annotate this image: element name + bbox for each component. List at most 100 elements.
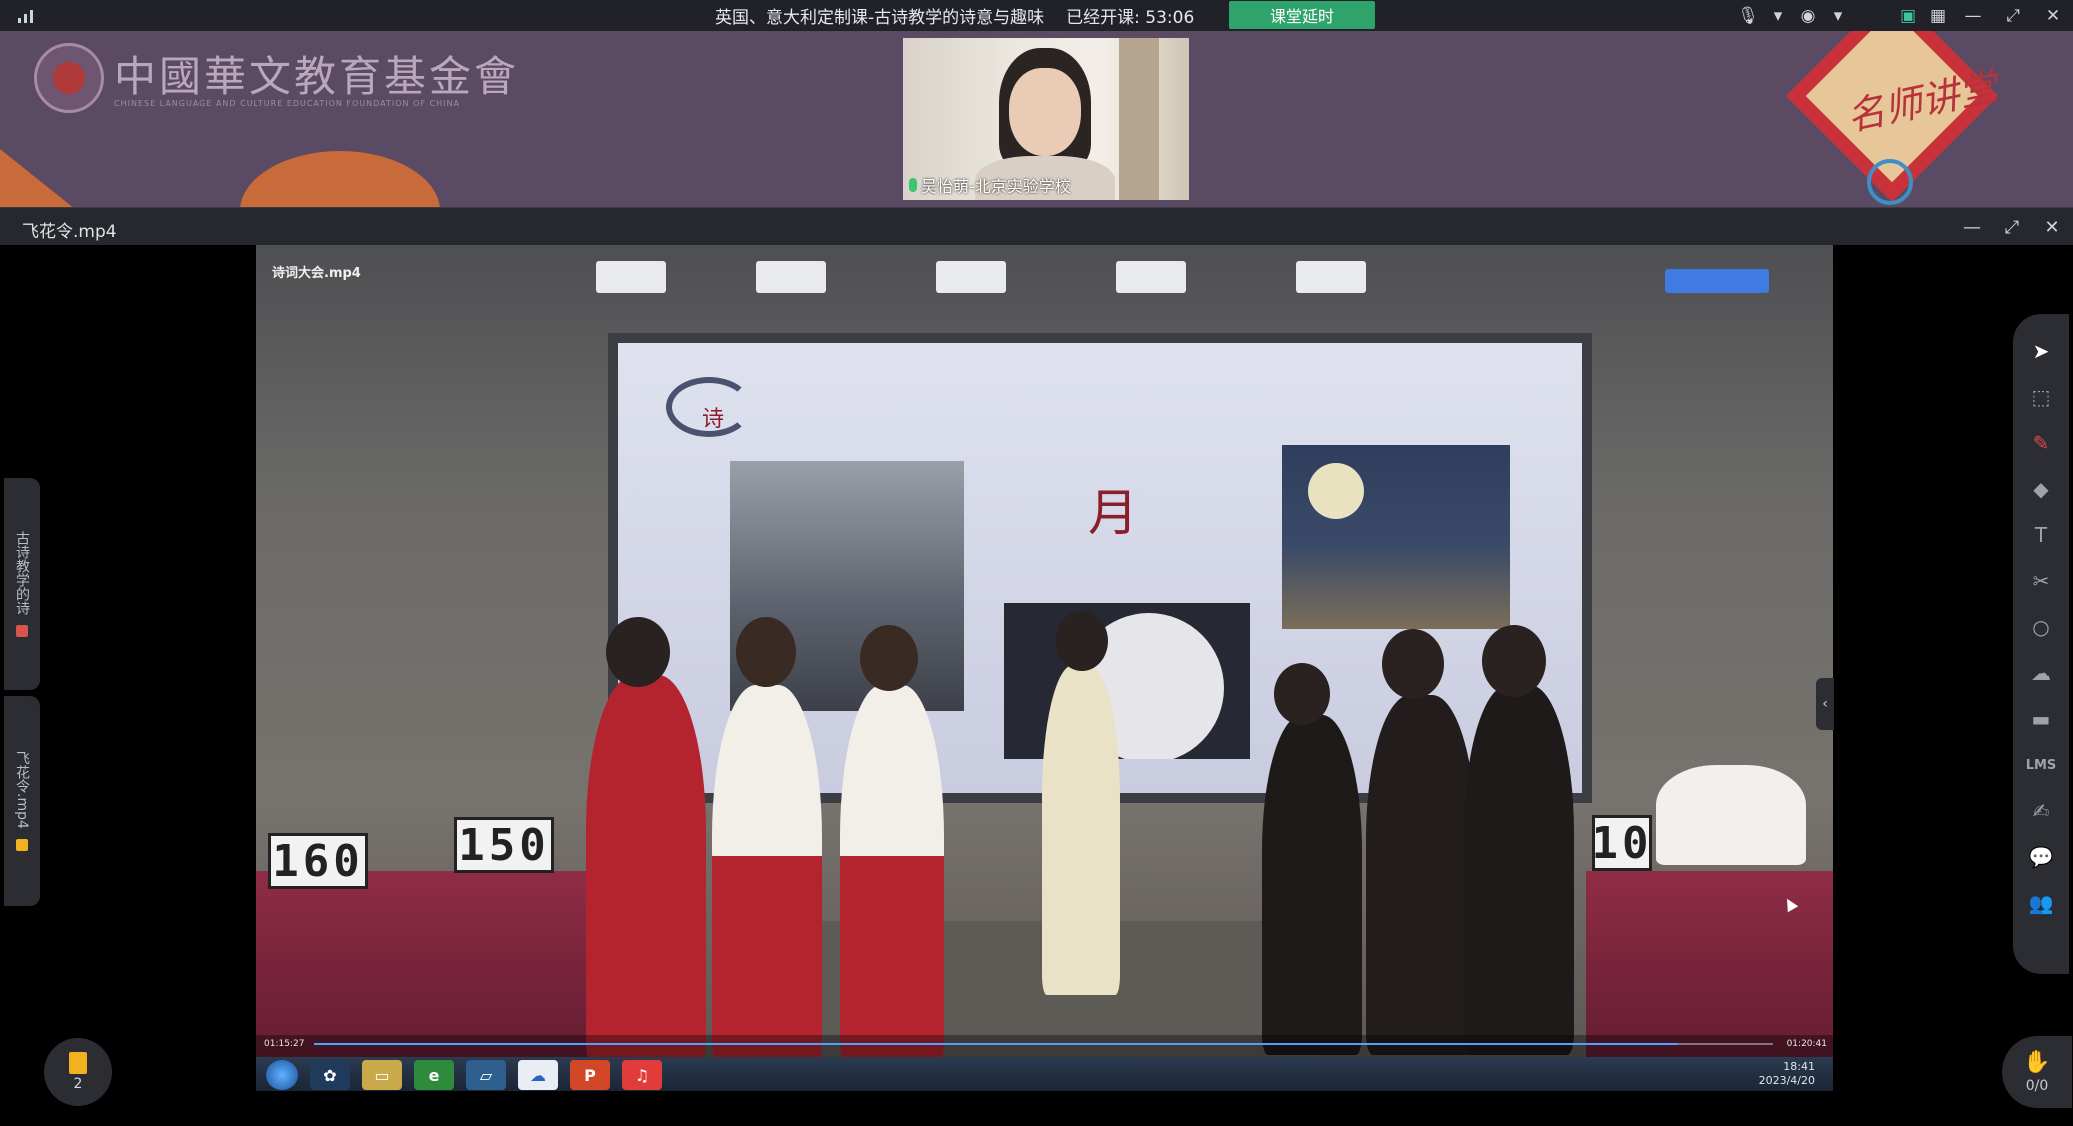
student-black-robe <box>1464 685 1574 1055</box>
player-window-controls: — ⤢ ✕ <box>1959 208 2065 246</box>
student-black-robe <box>1262 715 1362 1055</box>
total-time: 01:20:41 <box>1786 1039 1827 1049</box>
ceiling-light <box>596 261 666 293</box>
banner-decoration <box>0 149 90 207</box>
student-head <box>606 617 670 687</box>
raise-hand-count: 0/0 <box>2025 1078 2049 1094</box>
ceiling-light <box>1116 261 1186 293</box>
lms-icon[interactable]: LMS <box>2026 750 2057 780</box>
player-minimize-icon[interactable]: — <box>1959 212 1985 242</box>
famous-teacher-badge: 名师讲堂 <box>1785 31 2025 207</box>
screen-share-icon[interactable]: ▣ <box>1893 0 1923 31</box>
screen-moon-char: 月 <box>1088 484 1138 542</box>
player-title: 飞花令.mp4 <box>22 222 117 242</box>
scissors-icon[interactable]: ✂ <box>2026 566 2056 596</box>
mic-active-icon <box>909 178 917 192</box>
progress-track[interactable] <box>314 1043 1773 1045</box>
student-head <box>860 625 918 691</box>
student-white-red-robe <box>840 685 944 1065</box>
text-icon[interactable]: T <box>2026 520 2056 550</box>
pointer-icon[interactable]: ➤ <box>2026 336 2056 366</box>
score-card-right: 10 <box>1592 815 1652 871</box>
shape-icon[interactable]: ○ <box>2026 612 2056 642</box>
users-icon[interactable]: 👥 <box>2026 888 2056 918</box>
classroom-app: 英国、意大利定制课-古诗教学的诗意与趣味 已经开课: 53:06 课堂延时 🎙 … <box>0 0 2073 1126</box>
video-file-label: 诗词大会.mp4 <box>272 266 361 281</box>
student-head <box>1382 629 1444 699</box>
left-tab-video[interactable]: 飞花令.mp4 <box>4 696 40 906</box>
files-badge[interactable]: 2 <box>44 1038 112 1106</box>
student-head <box>1482 625 1546 697</box>
courseware-icon <box>16 625 28 637</box>
current-time: 01:15:27 <box>264 1039 305 1049</box>
restore-icon[interactable]: ⤢ <box>1993 0 2033 31</box>
powerpoint-icon: P <box>570 1060 610 1090</box>
video-file-icon <box>16 838 28 851</box>
right-toolbar: ➤ ⬚ ✎ ◆ T ✂ ○ ☁ ▬ LMS ✍ 💬 👥 <box>2013 314 2069 974</box>
clock-time: 18:41 <box>1783 1060 1815 1073</box>
signal-icon <box>18 8 40 23</box>
ceiling-lights <box>556 261 1456 301</box>
top-right-controls: 🎙 ▾ ◉ ▾ ▣ ▦ — ⤢ ✕ <box>1733 0 2073 31</box>
seated-students <box>1656 765 1806 865</box>
close-icon[interactable]: ✕ <box>2033 0 2073 31</box>
raise-hand-icon: ✋ <box>2023 1050 2051 1075</box>
moon-figure-painting <box>1282 445 1510 629</box>
student-white-red-robe <box>712 685 822 1065</box>
mic-icon[interactable]: 🎙 <box>1733 0 1763 31</box>
teacher-name: 吴怡萌-北京实验学校 <box>921 177 1071 196</box>
full-moon-painting <box>1004 603 1250 759</box>
chat-app-icon: ✿ <box>310 1060 350 1090</box>
player-title-bar: 飞花令.mp4 — ⤢ ✕ <box>0 207 2073 245</box>
video-progress-bar[interactable]: 01:15:27 01:20:41 <box>256 1035 1833 1057</box>
camera-dropdown-icon[interactable]: ▾ <box>1823 0 1853 31</box>
foundation-name: 中國華文教育基金會 <box>114 52 520 101</box>
raise-hand-badge[interactable]: ✋ 0/0 <box>2002 1036 2072 1108</box>
player-expand-icon[interactable]: ⤢ <box>1999 212 2025 242</box>
student-red-robe <box>586 675 706 1065</box>
file-icon <box>69 1052 87 1074</box>
toolbox-icon[interactable]: ▬ <box>2026 704 2056 734</box>
teacher-caption: 吴怡萌-北京实验学校 <box>909 173 1071 197</box>
mic-dropdown-icon[interactable]: ▾ <box>1763 0 1793 31</box>
music-app-icon: ♫ <box>622 1060 662 1090</box>
cloud-app-icon: ☁ <box>518 1060 558 1090</box>
cloud-upload-tag[interactable] <box>1665 269 1769 293</box>
camera-icon[interactable]: ◉ <box>1793 0 1823 31</box>
extend-class-button[interactable]: 课堂延时 <box>1229 1 1375 29</box>
ceiling-light <box>936 261 1006 293</box>
chat-icon[interactable]: 💬 <box>2026 842 2056 872</box>
grid-layout-icon[interactable]: ▦ <box>1923 0 1953 31</box>
browser-icon: e <box>414 1060 454 1090</box>
screen-poem-char: 诗 <box>702 407 725 432</box>
cloud-icon[interactable]: ☁ <box>2026 658 2056 688</box>
badge-knot <box>1867 159 1913 205</box>
player-close-icon[interactable]: ✕ <box>2039 212 2065 242</box>
foundation-logo <box>34 43 104 113</box>
ceiling-light <box>1296 261 1366 293</box>
video-frame[interactable]: 诗 月 160 150 10 诗词大会.mp4 01:15:27 01:20:4… <box>256 245 1833 1091</box>
start-orb-icon <box>266 1060 298 1090</box>
eraser-icon[interactable]: ◆ <box>2026 474 2056 504</box>
left-tab-label: 飞花令.mp4 <box>14 751 30 829</box>
taskbar-clock: 18:41 2023/4/20 <box>1759 1060 1815 1088</box>
document-icon: ▱ <box>466 1060 506 1090</box>
top-bar: 英国、意大利定制课-古诗教学的诗意与趣味 已经开课: 53:06 课堂延时 🎙 … <box>0 0 2073 31</box>
collapse-arrow-icon[interactable]: ‹ <box>1816 678 1834 730</box>
teacher-video[interactable]: 吴怡萌-北京实验学校 <box>903 38 1189 200</box>
minimize-icon[interactable]: — <box>1953 0 1993 31</box>
left-tab-label: 古诗教学的诗 <box>14 531 30 615</box>
title-group: 英国、意大利定制课-古诗教学的诗意与趣味 已经开课: 53:06 <box>715 0 1194 31</box>
files-count: 2 <box>73 1076 83 1092</box>
select-area-icon[interactable]: ⬚ <box>2026 382 2056 412</box>
edit-note-icon[interactable]: ✍ <box>2026 796 2056 826</box>
cam-background <box>1119 38 1159 200</box>
banner-decoration <box>240 151 440 207</box>
student-black-robe <box>1366 695 1476 1055</box>
left-tab-courseware[interactable]: 古诗教学的诗 <box>4 478 40 690</box>
course-title: 英国、意大利定制课-古诗教学的诗意与趣味 <box>715 8 1045 28</box>
pen-icon[interactable]: ✎ <box>2026 428 2056 458</box>
student-head <box>1274 663 1330 725</box>
score-card-mid: 150 <box>454 817 554 873</box>
